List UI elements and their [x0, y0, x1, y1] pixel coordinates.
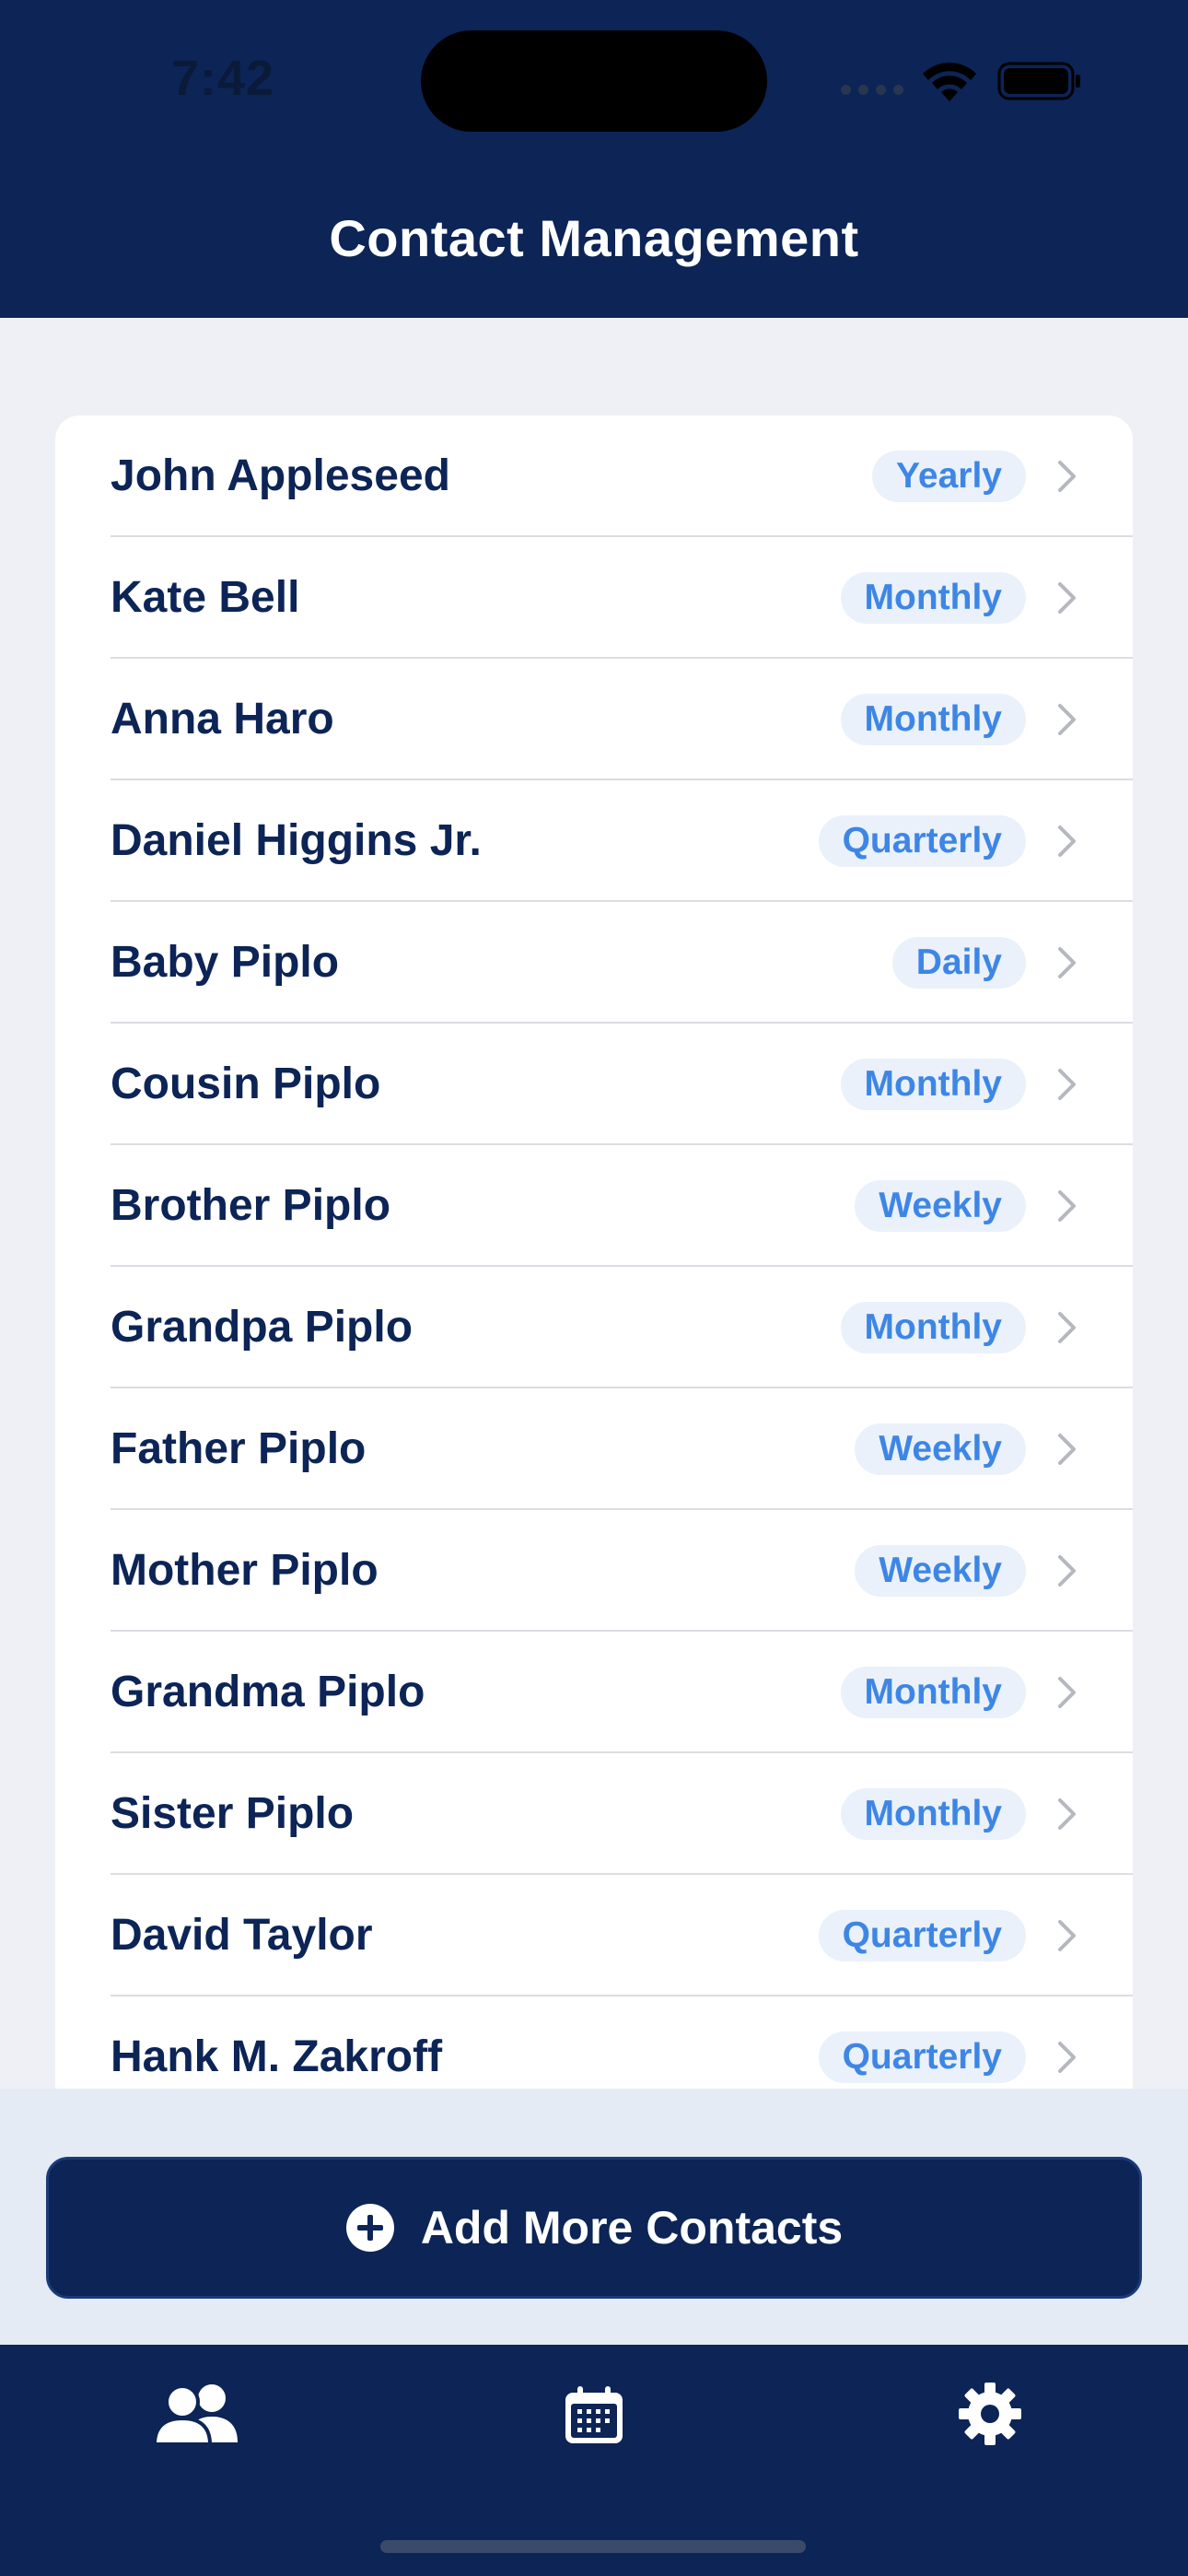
home-indicator: [380, 2540, 806, 2553]
add-more-contacts-button[interactable]: Add More Contacts: [46, 2157, 1142, 2299]
frequency-badge: Quarterly: [818, 2032, 1026, 2083]
contact-row[interactable]: Hank M. Zakroff Quarterly: [55, 1996, 1133, 2092]
contact-name: David Taylor: [111, 1911, 373, 1960]
chevron-right-icon: [1058, 1434, 1076, 1465]
battery-icon: [997, 62, 1080, 100]
contact-row[interactable]: Sister Piplo Monthly: [55, 1753, 1133, 1875]
contact-name: Hank M. Zakroff: [111, 2032, 443, 2081]
chevron-right-icon: [1058, 704, 1076, 735]
contact-row[interactable]: Father Piplo Weekly: [55, 1388, 1133, 1510]
contact-row[interactable]: Grandpa Piplo Monthly: [55, 1267, 1133, 1388]
header: 7:42 Contact Management: [0, 0, 1188, 318]
contact-name: Kate Bell: [111, 573, 300, 622]
contact-name: John Appleseed: [111, 451, 450, 500]
chevron-right-icon: [1058, 1677, 1076, 1708]
add-button-label: Add More Contacts: [420, 2202, 844, 2254]
chevron-right-icon: [1058, 1555, 1076, 1587]
chevron-right-icon: [1058, 947, 1076, 978]
chevron-right-icon: [1058, 2042, 1076, 2073]
frequency-badge: Monthly: [840, 1667, 1026, 1718]
frequency-badge: Quarterly: [818, 1910, 1026, 1961]
chevron-right-icon: [1058, 1312, 1076, 1343]
frequency-badge: Quarterly: [818, 815, 1026, 867]
contact-row[interactable]: Daniel Higgins Jr. Quarterly: [55, 780, 1133, 902]
contact-name: Grandma Piplo: [111, 1668, 425, 1716]
contact-row[interactable]: Grandma Piplo Monthly: [55, 1632, 1133, 1753]
chevron-right-icon: [1058, 1069, 1076, 1100]
frequency-badge: Daily: [891, 937, 1026, 989]
contact-row[interactable]: Cousin Piplo Monthly: [55, 1024, 1133, 1145]
frequency-badge: Monthly: [840, 1302, 1026, 1353]
contact-row[interactable]: Mother Piplo Weekly: [55, 1510, 1133, 1632]
contact-name: Anna Haro: [111, 695, 334, 744]
wifi-icon: [923, 62, 976, 101]
frequency-badge: Monthly: [840, 572, 1026, 624]
contact-name: Sister Piplo: [111, 1789, 355, 1838]
status-time: 7:42: [171, 51, 275, 106]
contact-row[interactable]: Anna Haro Monthly: [55, 659, 1133, 780]
frequency-badge: Yearly: [872, 451, 1026, 502]
frequency-badge: Weekly: [855, 1545, 1026, 1597]
contact-row[interactable]: David Taylor Quarterly: [55, 1875, 1133, 1996]
contact-row[interactable]: Baby Piplo Daily: [55, 902, 1133, 1024]
frequency-badge: Monthly: [840, 1059, 1026, 1110]
plus-circle-icon: [345, 2204, 394, 2252]
page-title: Contact Management: [329, 209, 859, 267]
chevron-right-icon: [1058, 582, 1076, 614]
contact-name: Brother Piplo: [111, 1181, 391, 1230]
contact-name: Daniel Higgins Jr.: [111, 816, 482, 865]
frequency-badge: Weekly: [855, 1423, 1026, 1475]
contact-name: Grandpa Piplo: [111, 1303, 413, 1352]
calendar-icon[interactable]: [563, 2385, 625, 2446]
contacts-list: John Appleseed Yearly Kate Bell Monthly …: [55, 416, 1133, 2092]
chevron-right-icon: [1058, 1190, 1076, 1222]
contact-name: Mother Piplo: [111, 1546, 379, 1595]
contact-name: Baby Piplo: [111, 938, 340, 987]
contact-row[interactable]: Brother Piplo Weekly: [55, 1145, 1133, 1267]
frequency-badge: Weekly: [855, 1180, 1026, 1232]
contact-row[interactable]: John Appleseed Yearly: [55, 416, 1133, 537]
frequency-badge: Monthly: [840, 694, 1026, 745]
chevron-right-icon: [1058, 825, 1076, 857]
chevron-right-icon: [1058, 461, 1076, 492]
chevron-right-icon: [1058, 1920, 1076, 1951]
cellular-signal-icon: [841, 85, 903, 95]
gear-icon[interactable]: [958, 2382, 1022, 2446]
frequency-badge: Monthly: [840, 1788, 1026, 1840]
people-icon[interactable]: [155, 2382, 239, 2446]
chevron-right-icon: [1058, 1798, 1076, 1830]
contact-name: Father Piplo: [111, 1424, 367, 1473]
dynamic-island: [421, 30, 767, 132]
contact-name: Cousin Piplo: [111, 1060, 381, 1108]
contact-row[interactable]: Kate Bell Monthly: [55, 537, 1133, 659]
